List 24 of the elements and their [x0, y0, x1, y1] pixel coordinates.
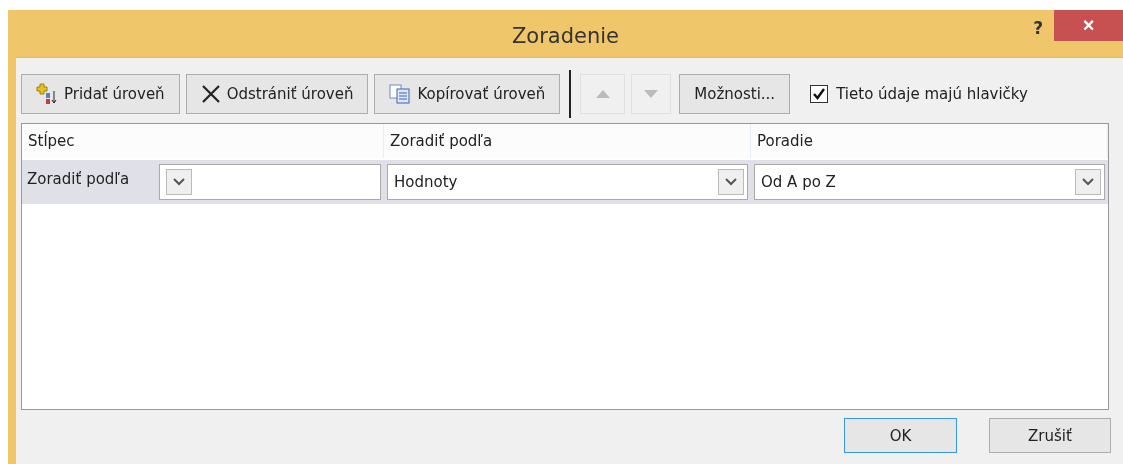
order-dropdown[interactable]: Od A po Z [754, 164, 1105, 200]
sort-level-row[interactable]: Zoradiť podľa Hodnoty Od A po Z [22, 160, 1108, 204]
copy-icon [389, 84, 412, 104]
chevron-down-icon [725, 178, 737, 186]
up-arrow-icon [595, 90, 610, 98]
add-sort-icon [36, 83, 58, 105]
cancel-button[interactable]: Zrušiť [989, 418, 1111, 453]
x-icon [200, 84, 221, 104]
sort-on-dropdown[interactable]: Hodnoty [387, 164, 748, 200]
down-arrow-icon [644, 90, 659, 98]
row-label: Zoradiť podľa [26, 169, 131, 188]
window-title: Zoradenie [511, 22, 620, 48]
add-level-button[interactable]: Pridať úroveň [21, 74, 180, 114]
checkbox-label: Tieto údaje majú hlavičky [836, 85, 1028, 103]
chevron-down-icon [173, 178, 185, 186]
column-dropdown[interactable] [159, 164, 381, 200]
headers-checkbox[interactable] [810, 85, 829, 103]
delete-level-button[interactable]: Odstrániť úroveň [185, 74, 369, 114]
copy-level-button[interactable]: Kopírovať úroveň [374, 74, 561, 114]
ok-button[interactable]: OK [844, 418, 957, 453]
chevron-down-icon [1082, 178, 1094, 186]
options-button[interactable]: Možnosti... [679, 74, 791, 114]
help-button[interactable]: ? [1033, 18, 1043, 38]
close-button[interactable]: × [1054, 10, 1123, 41]
